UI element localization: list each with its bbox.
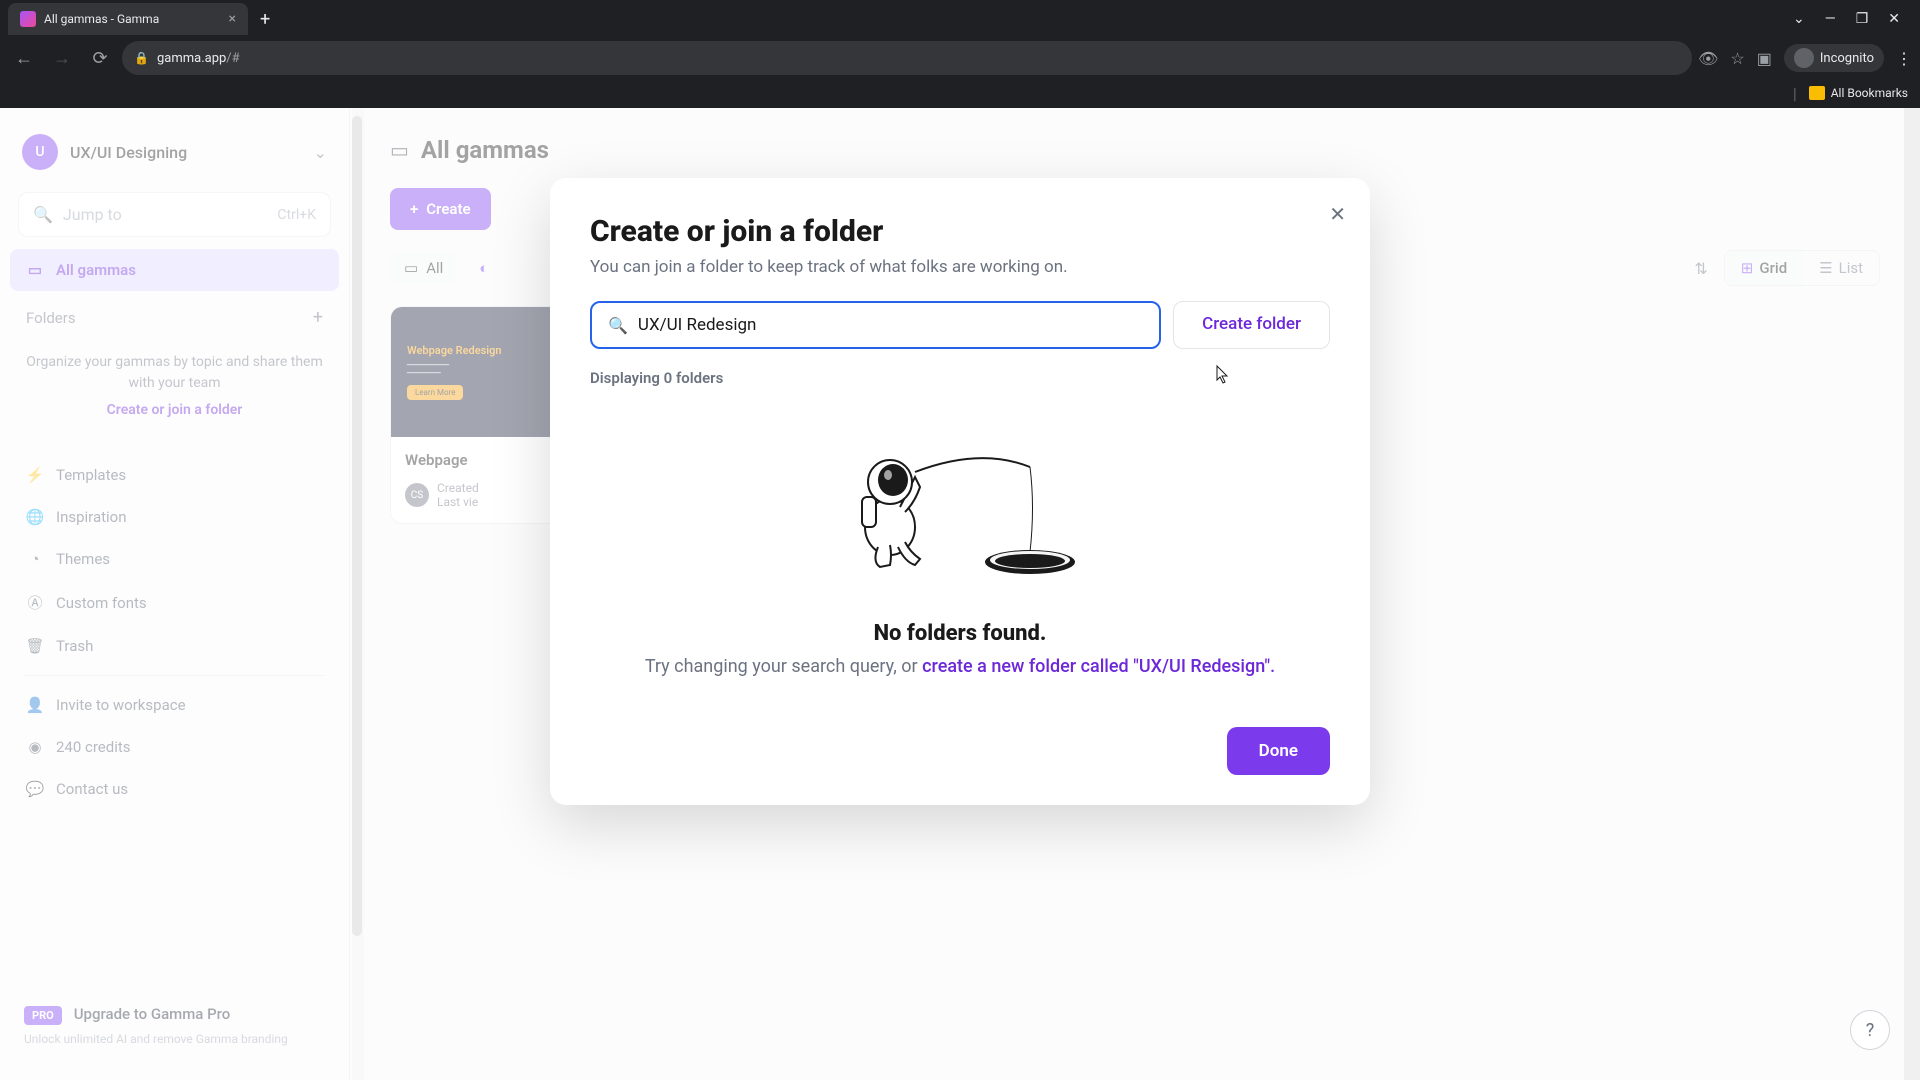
modal-overlay[interactable]: ✕ Create or join a folder You can join a… bbox=[0, 108, 1920, 1080]
all-bookmarks-button[interactable]: All Bookmarks bbox=[1809, 86, 1908, 100]
tab-title: All gammas - Gamma bbox=[44, 12, 221, 26]
modal-title: Create or join a folder bbox=[590, 214, 1330, 249]
close-tab-icon[interactable]: × bbox=[229, 11, 236, 27]
lock-icon: 🔒 bbox=[134, 51, 149, 65]
forward-button[interactable]: → bbox=[46, 42, 78, 74]
window-controls: ⌄ ― ❐ ✕ bbox=[1793, 11, 1912, 27]
browser-chrome: All gammas - Gamma × + ⌄ ― ❐ ✕ ← → ⟳ 🔒 g… bbox=[0, 0, 1920, 108]
eye-off-icon[interactable]: 👁 bbox=[1698, 49, 1718, 68]
new-tab-button[interactable]: + bbox=[260, 9, 270, 30]
folder-icon bbox=[1809, 86, 1825, 100]
empty-desc: Try changing your search query, or creat… bbox=[645, 656, 1275, 677]
app-container: U UX/UI Designing ⌄ 🔍 Jump to Ctrl+K ▭ A… bbox=[0, 108, 1920, 1080]
maximize-button[interactable]: ❐ bbox=[1856, 11, 1869, 27]
main-scrollbar-track[interactable] bbox=[1904, 108, 1920, 1080]
url-right-controls: 👁 ☆ ▣ Incognito ⋮ bbox=[1698, 44, 1912, 72]
url-bar: ← → ⟳ 🔒 gamma.app/# 👁 ☆ ▣ Incognito ⋮ bbox=[0, 38, 1920, 78]
tab-bar: All gammas - Gamma × + ⌄ ― ❐ ✕ bbox=[0, 0, 1920, 38]
modal-subtitle: You can join a folder to keep track of w… bbox=[590, 257, 1330, 277]
folder-search-box[interactable]: 🔍 bbox=[590, 301, 1161, 349]
create-new-folder-link[interactable]: create a new folder called "UX/UI Redesi… bbox=[922, 656, 1275, 677]
empty-title: No folders found. bbox=[874, 621, 1047, 646]
close-window-button[interactable]: ✕ bbox=[1888, 11, 1900, 27]
help-button[interactable]: ? bbox=[1850, 1010, 1890, 1050]
astronaut-fishing-illustration bbox=[820, 427, 1100, 597]
minimize-button[interactable]: ― bbox=[1825, 11, 1836, 27]
browser-tab[interactable]: All gammas - Gamma × bbox=[8, 3, 248, 35]
extension-icon[interactable]: ▣ bbox=[1757, 49, 1772, 68]
dropdown-icon[interactable]: ⌄ bbox=[1793, 11, 1805, 27]
address-bar[interactable]: 🔒 gamma.app/# bbox=[122, 41, 1692, 75]
incognito-badge[interactable]: Incognito bbox=[1784, 44, 1884, 72]
gamma-favicon bbox=[20, 11, 36, 27]
search-row: 🔍 Create folder bbox=[590, 301, 1330, 349]
create-folder-button[interactable]: Create folder bbox=[1173, 301, 1330, 349]
menu-icon[interactable]: ⋮ bbox=[1896, 49, 1912, 68]
incognito-icon bbox=[1794, 48, 1814, 68]
result-count: Displaying 0 folders bbox=[590, 369, 1330, 387]
empty-state: No folders found. Try changing your sear… bbox=[590, 387, 1330, 697]
reload-button[interactable]: ⟳ bbox=[84, 42, 116, 74]
modal-footer: Done bbox=[590, 727, 1330, 775]
done-button[interactable]: Done bbox=[1227, 727, 1330, 775]
create-folder-modal: ✕ Create or join a folder You can join a… bbox=[550, 178, 1370, 805]
folder-search-input[interactable] bbox=[638, 315, 1143, 335]
star-icon[interactable]: ☆ bbox=[1730, 49, 1744, 68]
back-button[interactable]: ← bbox=[8, 42, 40, 74]
url-text: gamma.app/# bbox=[157, 51, 240, 66]
search-icon: 🔍 bbox=[608, 316, 628, 335]
close-modal-button[interactable]: ✕ bbox=[1329, 202, 1346, 226]
bookmarks-bar: | All Bookmarks bbox=[0, 78, 1920, 108]
